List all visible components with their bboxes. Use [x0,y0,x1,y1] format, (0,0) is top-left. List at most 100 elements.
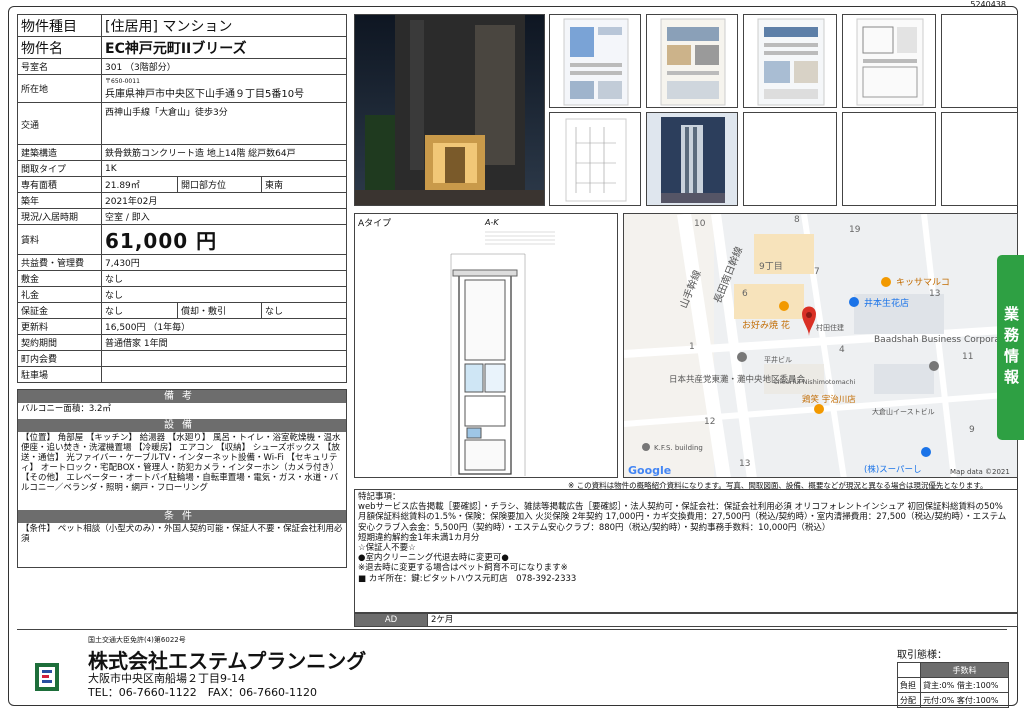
trade-fee-header: 手数料 [919,662,1010,678]
map-block-12: 13 [739,459,750,469]
ad-label: AD [355,614,427,626]
notes-panel: 備考 バルコニー面積：3.2㎡ 設備 【位置】 角部屋 【キッチン】 給湯器 【… [17,389,347,568]
amort-value: なし [261,302,347,319]
address-label: 所在地 [17,74,102,103]
facilities-header: 設備 [18,419,346,432]
room-value: 301 （3階部分） [101,58,347,75]
transaction-type: 取引態様： 手数料 負担 貸主:0% 借主:100% 分配 元付:0% 客付:100… [897,646,1010,708]
rent-value: 61,000 円 [101,224,347,255]
parking-label: 駐車場 [17,366,102,383]
property-spec-table: 物件種目 [住居用] マンション 物件名 EC神戸元町IIブリーズ 号室名 301 （… [17,14,347,383]
brochure-thumb-2[interactable] [646,14,738,108]
renewal-value: 16,500円 （1年毎） [101,318,347,335]
remarks-line-4: ☆保証人不要☆ [358,543,416,554]
place-ukarou: 鶏笑 宇治川店 [802,394,856,405]
map-block-3: 19 [849,225,861,235]
map-canvas: 10 8 19 9丁目 7 6 4 13 1 12 11 13 9 山手幹線 長… [624,214,1017,477]
remarks-text: バルコニー面積：3.2㎡ [21,404,111,414]
location-map[interactable]: 10 8 19 9丁目 7 6 4 13 1 12 11 13 9 山手幹線 長… [623,213,1018,478]
ad-row: AD 2ケ月 [354,613,1018,627]
structure-value: 鉄骨鉄筋コンクリート造 地上14階 総戸数64戸 [101,144,347,161]
traffic-label: 交通 [17,102,102,145]
floor-plan[interactable]: Aタイプ A-K [354,213,618,478]
trade-row1-value: 貸主:0% 借主:100% [919,677,1010,693]
trade-row2-value: 元付:0% 客付:100% [919,692,1010,708]
deposit-value: なし [101,270,347,287]
empty-thumb-1 [941,14,1018,108]
trade-row1-label: 負担 [897,677,921,693]
traffic-value: 西神山手線「大倉山」徒歩3分 [101,102,347,145]
structure-label: 建築構造 [17,144,102,161]
name-value: EC神戸元町IIブリーズ [101,36,347,59]
business-info-tab[interactable]: 業務情報 [997,255,1024,440]
floor-plan-drawing [450,231,555,476]
built-label: 築年 [17,192,102,209]
type-label: 物件種目 [17,14,102,37]
map-block-10: 12 [704,417,715,427]
postal-code: 〒650-0011 [105,77,140,85]
company-logo-icon [35,663,59,691]
facilities-text: 【位置】 角部屋 【キッチン】 給湯器 【水廻り】 風呂・トイレ・浴室乾燥機・温… [21,433,341,493]
parking-value [101,366,347,383]
map-block-2: 8 [794,215,800,225]
rent-label: 賃料 [17,224,102,255]
brochure-thumb-3[interactable] [743,14,837,108]
map-attribution: Map data ©2021 [950,468,1010,476]
building-plan-thumb[interactable] [549,112,641,206]
conditions-text: 【条件】 ペット相談（小型犬のみ）・外国人契約可能・保証人不要・保証会社利用必須 [21,524,343,544]
status-label: 現況/入居時期 [17,208,102,225]
amort-label: 償却・敷引 [177,302,262,319]
name-label: 物件名 [17,36,102,59]
keymoney-label: 礼金 [17,286,102,303]
company-tel-fax: TEL：06-7660-1122 FAX：06-7660-1120 [88,686,318,699]
renewal-label: 更新料 [17,318,102,335]
remarks-line-5: ●室内クリーニング代退去時に変更可● [358,553,509,564]
remarks-line-3: 短期違約解約金1年未満1カ月分 [358,532,480,543]
guarantee-label: 保証金 [17,302,102,319]
brochure-thumb-1[interactable] [549,14,641,108]
brochure-thumb-4[interactable] [842,14,936,108]
layout-value: 1K [101,160,347,177]
council-value [101,350,347,367]
remarks-line-7: ■ カギ所在：鍵:ピタットハウス元町店 078-392-2333 [358,573,577,584]
council-label: 町内会費 [17,350,102,367]
ad-value: 2ケ月 [427,614,453,626]
remarks-line-2: webサービス広告掲載［要確認］・チラシ、雑誌等掲載広告［要確認］・法人契約可・… [358,502,1007,533]
trade-title: 取引態様： [897,650,947,661]
layout-label: 間取タイプ [17,160,102,177]
map-block-11: 11 [962,352,973,362]
guarantee-value: なし [101,302,178,319]
remarks-line-1: 特記事項： [358,492,401,502]
empty-thumb-2 [743,112,837,206]
direction-value: 東南 [261,176,347,193]
remarks-header: 備考 [18,390,346,403]
type-value: [住居用] マンション [101,14,347,37]
place-hirai: 平井ビル [764,355,792,364]
empty-thumb-3 [842,112,936,206]
special-remarks-box: 特記事項： webサービス広告掲載［要確認］・チラシ、雑誌等掲載広告［要確認］・… [354,489,1018,613]
map-block-13: 9 [969,425,975,435]
fee-value: 7,430円 [101,254,347,271]
built-value: 2021年02月 [101,192,347,209]
map-block-4: 9丁目 [759,261,783,272]
place-imoto: 井本生花店 [864,297,909,309]
company-license: 国土交通大臣免許(4)第6022号 [88,636,186,644]
place-super: (株)スーパーし [864,464,922,475]
address-cell: 〒650-0011 兵庫県神戸市中央区下山手通９丁目5番10号 [101,74,347,103]
place-okurayama-east: 大倉山イーストビル [872,407,935,416]
place-cheerful: cheerful Nishimotomachi [774,378,855,386]
status-value: 空室 / 即入 [101,208,347,225]
tower-photo-thumb[interactable] [646,112,738,206]
map-block-1: 10 [694,219,706,229]
place-kissamaruko: キッサマルコ [896,277,950,288]
map-block-5: 7 [814,267,820,277]
empty-thumb-4 [941,112,1018,206]
room-label: 号室名 [17,58,102,75]
footer-divider [17,629,1007,630]
building-photo[interactable] [354,14,545,206]
remarks-line-6: ※退去時に変更する場合はペット飼育不可になります※ [358,563,568,574]
trade-row2-label: 分配 [897,692,921,708]
place-kfs: K.F.S. building [654,444,703,452]
fee-label: 共益費・管理費 [17,254,102,271]
map-block-9: 1 [689,342,695,352]
